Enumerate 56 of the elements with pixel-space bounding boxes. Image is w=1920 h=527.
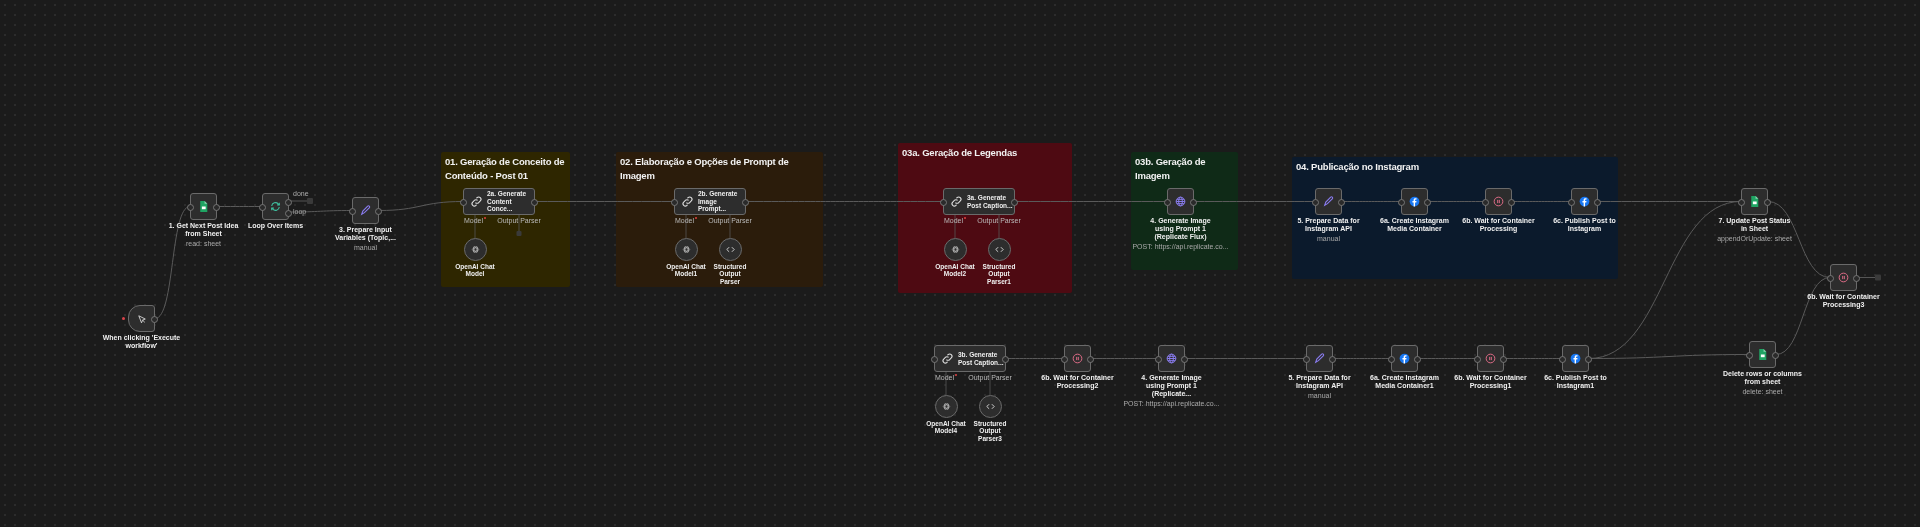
- spreadsheet-icon: [1748, 195, 1761, 208]
- facebook-icon: [1578, 195, 1591, 208]
- section-title: 03b. Geração de Imagem: [1135, 155, 1207, 183]
- workflow-node[interactable]: [1158, 345, 1185, 372]
- workflow-node[interactable]: [1306, 345, 1333, 372]
- pencil-icon: [1322, 195, 1335, 208]
- link-icon: [950, 195, 963, 208]
- link-icon: [470, 195, 483, 208]
- section-title: 02. Elaboração e Opções de Prompt de Imagem: [620, 155, 790, 183]
- code-brackets-icon: [993, 244, 1005, 255]
- globe-icon: [1174, 195, 1187, 208]
- spreadsheet-icon: [197, 200, 210, 213]
- pencil-icon: [1313, 352, 1326, 365]
- knot-icon: [940, 401, 952, 412]
- workflow-node[interactable]: [1562, 345, 1589, 372]
- link-icon: [941, 352, 954, 365]
- facebook-icon: [1569, 352, 1582, 365]
- code-brackets-icon: [984, 401, 996, 412]
- knot-icon: [949, 244, 961, 255]
- refresh-icon: [269, 200, 282, 213]
- pause-icon: [1071, 352, 1084, 365]
- pencil-icon: [359, 204, 372, 217]
- workflow-node[interactable]: [128, 305, 155, 332]
- section-title: 03a. Geração de Legendas: [902, 146, 1019, 160]
- knot-icon: [469, 244, 481, 255]
- workflow-node[interactable]: [1749, 341, 1776, 368]
- workflow-node[interactable]: [1064, 345, 1091, 372]
- knot-icon: [680, 244, 692, 255]
- facebook-icon: [1408, 195, 1421, 208]
- sub-connection: [516, 214, 522, 236]
- globe-icon: [1165, 352, 1178, 365]
- workflow-node[interactable]: [1167, 188, 1194, 215]
- link-icon: [681, 195, 694, 208]
- workflow-node[interactable]: [190, 193, 217, 220]
- workflow-node[interactable]: [1571, 188, 1598, 215]
- workflow-node[interactable]: [1315, 188, 1342, 215]
- workflow-node[interactable]: [1477, 345, 1504, 372]
- facebook-icon: [1398, 352, 1411, 365]
- workflow-node[interactable]: [1741, 188, 1768, 215]
- section-title: 01. Geração de Conceito de Conteúdo - Post 01: [445, 155, 566, 183]
- spreadsheet-icon: [1756, 348, 1769, 361]
- workflow-node[interactable]: [352, 197, 379, 224]
- workflow-node[interactable]: [1830, 264, 1857, 291]
- cursor-icon: [135, 312, 148, 325]
- section-title: 04. Publicação no Instagram: [1296, 160, 1420, 174]
- workflow-node[interactable]: [1485, 188, 1512, 215]
- pause-icon: [1484, 352, 1497, 365]
- sub-node[interactable]: [934, 395, 958, 418]
- pause-icon: [1492, 195, 1505, 208]
- code-brackets-icon: [724, 244, 736, 255]
- trigger-marker: [122, 317, 125, 320]
- workflow-node[interactable]: [1391, 345, 1418, 372]
- workflow-node[interactable]: [262, 193, 289, 220]
- workflow-node[interactable]: [1401, 188, 1428, 215]
- sub-node[interactable]: [978, 395, 1002, 418]
- pause-icon: [1837, 271, 1850, 284]
